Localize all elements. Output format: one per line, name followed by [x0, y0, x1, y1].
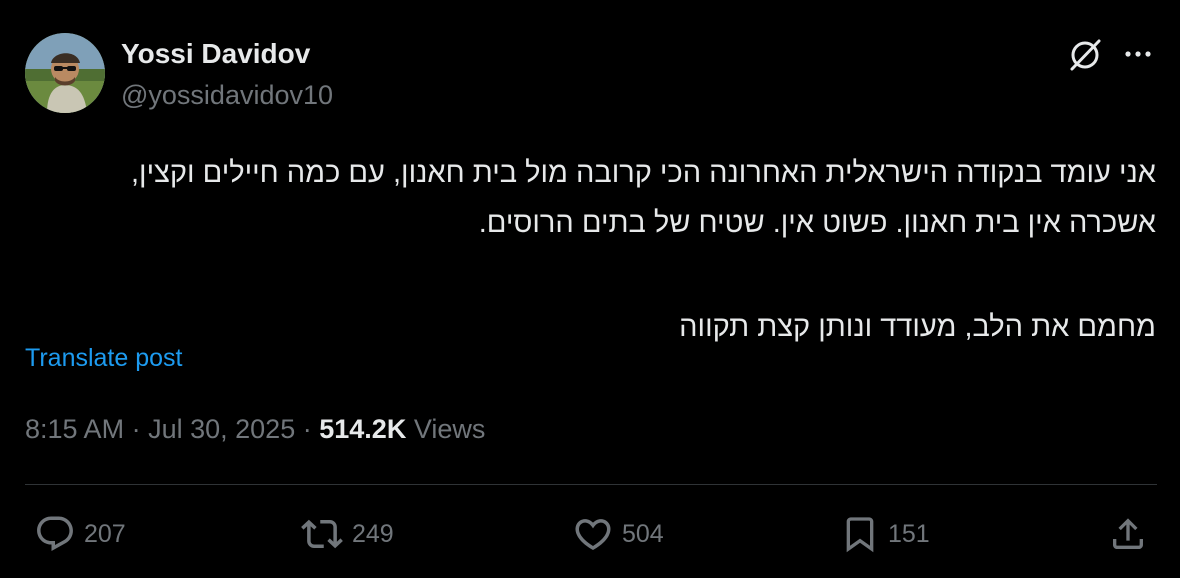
meta-separator: · — [302, 414, 312, 444]
post-time[interactable]: 8:15 AM — [25, 414, 124, 444]
repost-icon — [301, 519, 343, 549]
bookmark-count: 151 — [888, 519, 930, 548]
author-name[interactable]: Yossi Davidov — [121, 36, 310, 72]
post-container: Yossi Davidov @yossidavidov10 אני עומד ב… — [0, 0, 1180, 578]
post-text: אני עומד בנקודה הישראלית האחרונה הכי קרו… — [21, 148, 1156, 352]
divider — [25, 484, 1157, 485]
post-text-line-2: אשכרה אין בית חאנון. פשוט אין. שטיח של ב… — [478, 207, 1156, 239]
post-meta: 8:15 AM · Jul 30, 2025 · 514.2K Views — [25, 412, 485, 446]
like-icon — [575, 519, 611, 551]
views-count[interactable]: 514.2K — [319, 414, 406, 444]
translate-post-link[interactable]: Translate post — [25, 342, 182, 374]
meta-separator: · — [131, 414, 141, 444]
more-options-icon[interactable] — [1120, 40, 1156, 68]
like-count: 504 — [622, 519, 664, 548]
bookmark-icon — [846, 517, 874, 553]
post-date[interactable]: Jul 30, 2025 — [148, 414, 295, 444]
reply-button[interactable]: 207 — [34, 512, 126, 556]
reply-count: 207 — [84, 519, 126, 548]
reply-icon — [37, 516, 73, 551]
share-icon — [1113, 518, 1143, 549]
repost-button[interactable]: 249 — [300, 512, 394, 556]
post-text-line-3: מחמם את הלב, מעודד ונותן קצת תקווה — [679, 311, 1156, 343]
grok-icon[interactable] — [1066, 36, 1104, 74]
avatar[interactable] — [25, 33, 105, 113]
views-label: Views — [413, 414, 486, 444]
repost-count: 249 — [352, 519, 394, 548]
bookmark-button[interactable]: 151 — [840, 512, 930, 556]
author-handle[interactable]: @yossidavidov10 — [121, 78, 333, 112]
post-text-line-1: אני עומד בנקודה הישראלית האחרונה הכי קרו… — [130, 157, 1156, 189]
share-button[interactable] — [1108, 512, 1148, 556]
like-button[interactable]: 504 — [572, 512, 664, 556]
